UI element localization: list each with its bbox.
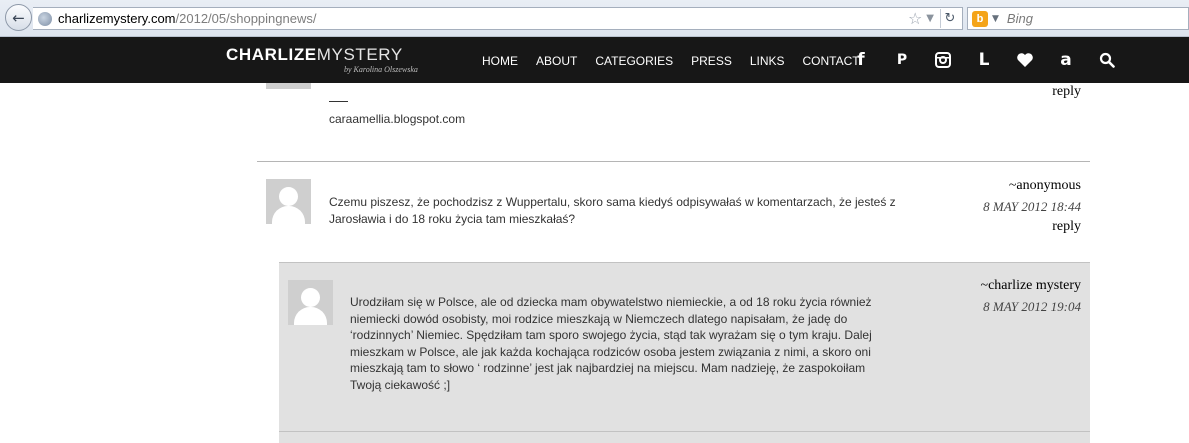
logo-bold-part: CHARLIZE xyxy=(226,45,317,64)
amazon-icon[interactable]: a xyxy=(1054,49,1078,71)
avatar-body xyxy=(294,307,327,325)
comment-line: Jarosławia i do 18 roku życia tam mieszk… xyxy=(329,211,576,226)
bing-engine-icon[interactable]: b xyxy=(972,10,988,27)
comment-line: Czemu piszesz, że pochodzisz z Wuppertal… xyxy=(329,195,896,209)
comment-divider xyxy=(257,161,1090,162)
pinterest-icon[interactable]: P xyxy=(890,49,914,71)
bookmark-star-icon[interactable]: ☆ xyxy=(908,9,922,28)
search-box[interactable]: b ▼ Bing xyxy=(967,7,1189,30)
reload-icon[interactable]: ↻ xyxy=(940,9,959,28)
logo-signature: by Karolina Olszewska xyxy=(344,65,418,74)
site-navbar: CHARLIZEMYSTERY by Karolina Olszewska HO… xyxy=(0,37,1189,83)
back-arrow-icon: ← xyxy=(12,8,25,27)
avatar-body xyxy=(272,206,305,224)
avatar-head xyxy=(279,187,298,206)
url-text: charlizemystery.com/2012/05/shoppingnews… xyxy=(58,11,316,26)
history-dropdown-icon[interactable]: ▼ xyxy=(926,13,934,24)
search-placeholder: Bing xyxy=(1006,11,1033,26)
search-icon[interactable] xyxy=(1095,49,1119,71)
nav-links[interactable]: LINKS xyxy=(750,54,785,68)
logo-light-part: MYSTERY xyxy=(316,45,403,64)
url-host: charlizemystery.com xyxy=(58,11,176,26)
comment-body: Czemu piszesz, że pochodzisz z Wuppertal… xyxy=(329,194,929,227)
reply-body: Urodziłam się w Polsce, ale od dziecka m… xyxy=(350,294,910,393)
social-icons: f P L a xyxy=(849,49,1136,71)
bloglovin-heart-icon[interactable] xyxy=(1013,49,1037,71)
reply-date[interactable]: 8 MAY 2012 19:04 xyxy=(983,299,1081,315)
logo-wordmark: CHARLIZEMYSTERY xyxy=(226,45,403,65)
reply-line: Twoją ciekawość ;] xyxy=(350,377,451,392)
site-identity-icon[interactable] xyxy=(38,11,52,26)
reply-author: ~charlize mystery xyxy=(980,278,1081,293)
reply-box-bottom-border xyxy=(279,431,1090,432)
reply-link[interactable]: reply xyxy=(1052,219,1081,235)
reply-line: niemiecki dowód osobisty, moi rodzice mi… xyxy=(350,311,848,326)
reply-line: Urodziłam się w Polsce, ale od dziecka m… xyxy=(350,295,872,309)
back-button[interactable]: ← xyxy=(5,4,32,31)
main-menu: HOME ABOUT CATEGORIES PRESS LINKS CONTAC… xyxy=(482,54,878,68)
site-logo[interactable]: CHARLIZEMYSTERY by Karolina Olszewska xyxy=(226,45,418,74)
reply-line: ‘rodzinnych’ Niemiec. Spędziłam tam spor… xyxy=(350,328,872,342)
address-bar-icons: ☆ ▼ ↻ xyxy=(908,9,959,28)
comments-section: reply caraamellia.blogspot.com Czemu pis… xyxy=(0,83,1189,443)
address-bar[interactable]: charlizemystery.com/2012/05/shoppingnews… xyxy=(33,7,963,30)
nav-press[interactable]: PRESS xyxy=(691,54,732,68)
nav-about[interactable]: ABOUT xyxy=(536,54,577,68)
avatar-partial xyxy=(266,83,311,89)
reply-line: mieszkam w Polsce, ale jak każda kochają… xyxy=(350,344,871,359)
lookbook-icon[interactable]: L xyxy=(972,49,996,71)
commenter-blog-url[interactable]: caraamellia.blogspot.com xyxy=(329,112,465,126)
reply-link[interactable]: reply xyxy=(1052,84,1081,100)
nav-home[interactable]: HOME xyxy=(482,54,518,68)
browser-toolbar: ← charlizemystery.com/2012/05/shoppingne… xyxy=(0,0,1189,37)
url-path: /2012/05/shoppingnews/ xyxy=(175,11,317,26)
reply-line: mieszkają tam to słowo ‘ rodzinne’ jest … xyxy=(350,361,866,375)
avatar-head xyxy=(301,288,320,307)
facebook-icon[interactable]: f xyxy=(849,49,873,71)
instagram-icon[interactable] xyxy=(931,49,955,71)
nav-categories[interactable]: CATEGORIES xyxy=(595,54,673,68)
engine-dropdown-icon[interactable]: ▼ xyxy=(992,14,999,24)
comment-date[interactable]: 8 MAY 2012 18:44 xyxy=(983,199,1081,215)
avatar-anonymous xyxy=(266,179,311,224)
avatar-charlize xyxy=(288,280,333,325)
signature-dash xyxy=(329,101,348,102)
comment-author: ~anonymous xyxy=(1008,178,1081,193)
